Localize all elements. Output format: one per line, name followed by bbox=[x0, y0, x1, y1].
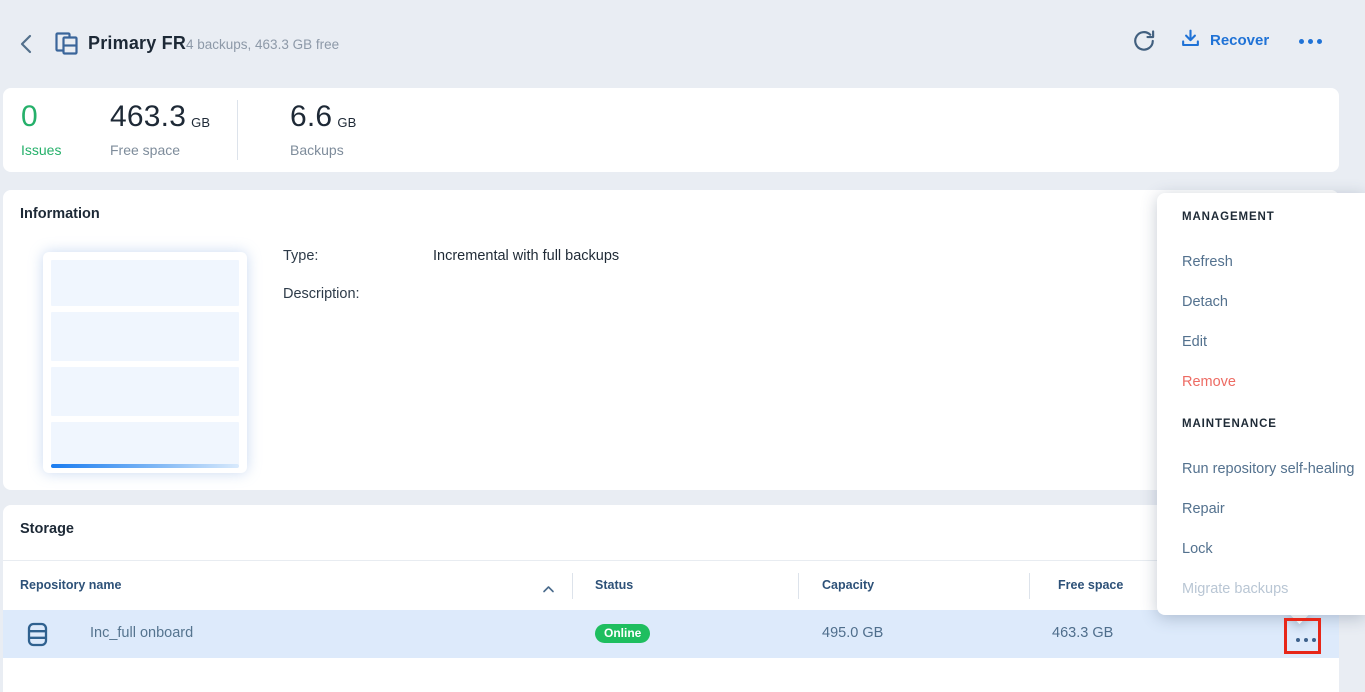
table-header: Repository name Status Capacity Free spa… bbox=[3, 561, 1339, 610]
column-divider bbox=[572, 573, 573, 599]
type-label: Type: bbox=[283, 248, 318, 264]
summary-card: 0 Issues 463.3 GB Free space 6.6 GB Back… bbox=[3, 88, 1339, 172]
menu-item-repair[interactable]: Repair bbox=[1182, 501, 1225, 517]
issues-label: Issues bbox=[21, 142, 61, 158]
chevron-left-icon bbox=[17, 33, 35, 58]
backups-value: 6.6 bbox=[290, 100, 332, 134]
page-title: Primary FR bbox=[88, 33, 186, 54]
preview-block bbox=[51, 367, 239, 416]
capacity-value: 495.0 GB bbox=[822, 625, 883, 641]
recover-label: Recover bbox=[1210, 32, 1269, 49]
issues-value: 0 bbox=[21, 100, 38, 134]
storage-card: Storage Repository name Status Capacity … bbox=[3, 505, 1339, 692]
column-free-space[interactable]: Free space bbox=[1058, 561, 1123, 610]
free-space-unit: GB bbox=[191, 115, 210, 134]
stats-divider bbox=[237, 100, 238, 160]
menu-item-edit[interactable]: Edit bbox=[1182, 334, 1207, 350]
menu-item-run-repository-self-healing[interactable]: Run repository self-healing bbox=[1182, 461, 1354, 477]
column-repository-name[interactable]: Repository name bbox=[20, 561, 121, 610]
field-description: Description: bbox=[283, 286, 360, 302]
description-label: Description: bbox=[283, 286, 360, 302]
field-type: Type: Incremental with full backups bbox=[283, 248, 318, 264]
preview-block bbox=[51, 422, 239, 465]
refresh-icon bbox=[1132, 41, 1156, 56]
menu-item-remove[interactable]: Remove bbox=[1182, 374, 1236, 390]
highlight-box bbox=[1284, 618, 1321, 654]
menu-section-management: MANAGEMENT bbox=[1182, 211, 1275, 223]
page-subtitle: 4 backups, 463.3 GB free bbox=[186, 37, 339, 52]
sort-ascending-icon[interactable] bbox=[542, 581, 555, 599]
repository-group-icon bbox=[53, 30, 80, 62]
repository-name: Inc_full onboard bbox=[90, 625, 193, 641]
page: Primary FR 4 backups, 463.3 GB free Reco… bbox=[0, 0, 1365, 692]
back-button[interactable] bbox=[13, 32, 39, 58]
ellipsis-icon bbox=[1299, 39, 1304, 44]
preview-progress-bar bbox=[51, 464, 239, 468]
menu-item-detach[interactable]: Detach bbox=[1182, 294, 1228, 310]
top-bar: Primary FR 4 backups, 463.3 GB free Reco… bbox=[0, 0, 1365, 88]
type-value: Incremental with full backups bbox=[433, 248, 619, 264]
information-card: Information Type: Incremental with full … bbox=[3, 190, 1339, 490]
menu-item-migrate-backups[interactable]: Migrate backups bbox=[1182, 581, 1288, 597]
backups-label: Backups bbox=[290, 142, 357, 158]
backups-unit: GB bbox=[337, 115, 356, 134]
refresh-button[interactable] bbox=[1131, 29, 1157, 55]
menu-item-refresh[interactable]: Refresh bbox=[1182, 254, 1233, 270]
context-menu: MANAGEMENT Refresh Detach Edit Remove MA… bbox=[1157, 193, 1365, 615]
database-icon bbox=[27, 622, 48, 652]
stat-free-space: 463.3 GB Free space bbox=[110, 100, 210, 158]
stat-issues: 0 Issues bbox=[21, 100, 61, 158]
menu-section-maintenance: MAINTENANCE bbox=[1182, 418, 1277, 430]
column-status[interactable]: Status bbox=[595, 561, 633, 610]
more-actions-button[interactable] bbox=[1299, 36, 1322, 46]
column-divider bbox=[798, 573, 799, 599]
stat-backups: 6.6 GB Backups bbox=[290, 100, 357, 158]
preview-block bbox=[51, 312, 239, 361]
repository-preview bbox=[43, 252, 247, 473]
preview-block bbox=[51, 260, 239, 306]
free-space-value: 463.3 bbox=[110, 100, 186, 134]
status-badge: Online bbox=[595, 624, 650, 643]
menu-item-lock[interactable]: Lock bbox=[1182, 541, 1213, 557]
storage-title: Storage bbox=[20, 521, 74, 537]
recover-button[interactable]: Recover bbox=[1180, 28, 1269, 53]
free-space-value: 463.3 GB bbox=[1052, 625, 1113, 641]
column-capacity[interactable]: Capacity bbox=[822, 561, 874, 610]
download-icon bbox=[1180, 28, 1201, 53]
table-row[interactable]: Inc_full onboard Online 495.0 GB 463.3 G… bbox=[3, 610, 1339, 658]
information-title: Information bbox=[20, 206, 100, 222]
free-space-label: Free space bbox=[110, 142, 210, 158]
column-divider bbox=[1029, 573, 1030, 599]
